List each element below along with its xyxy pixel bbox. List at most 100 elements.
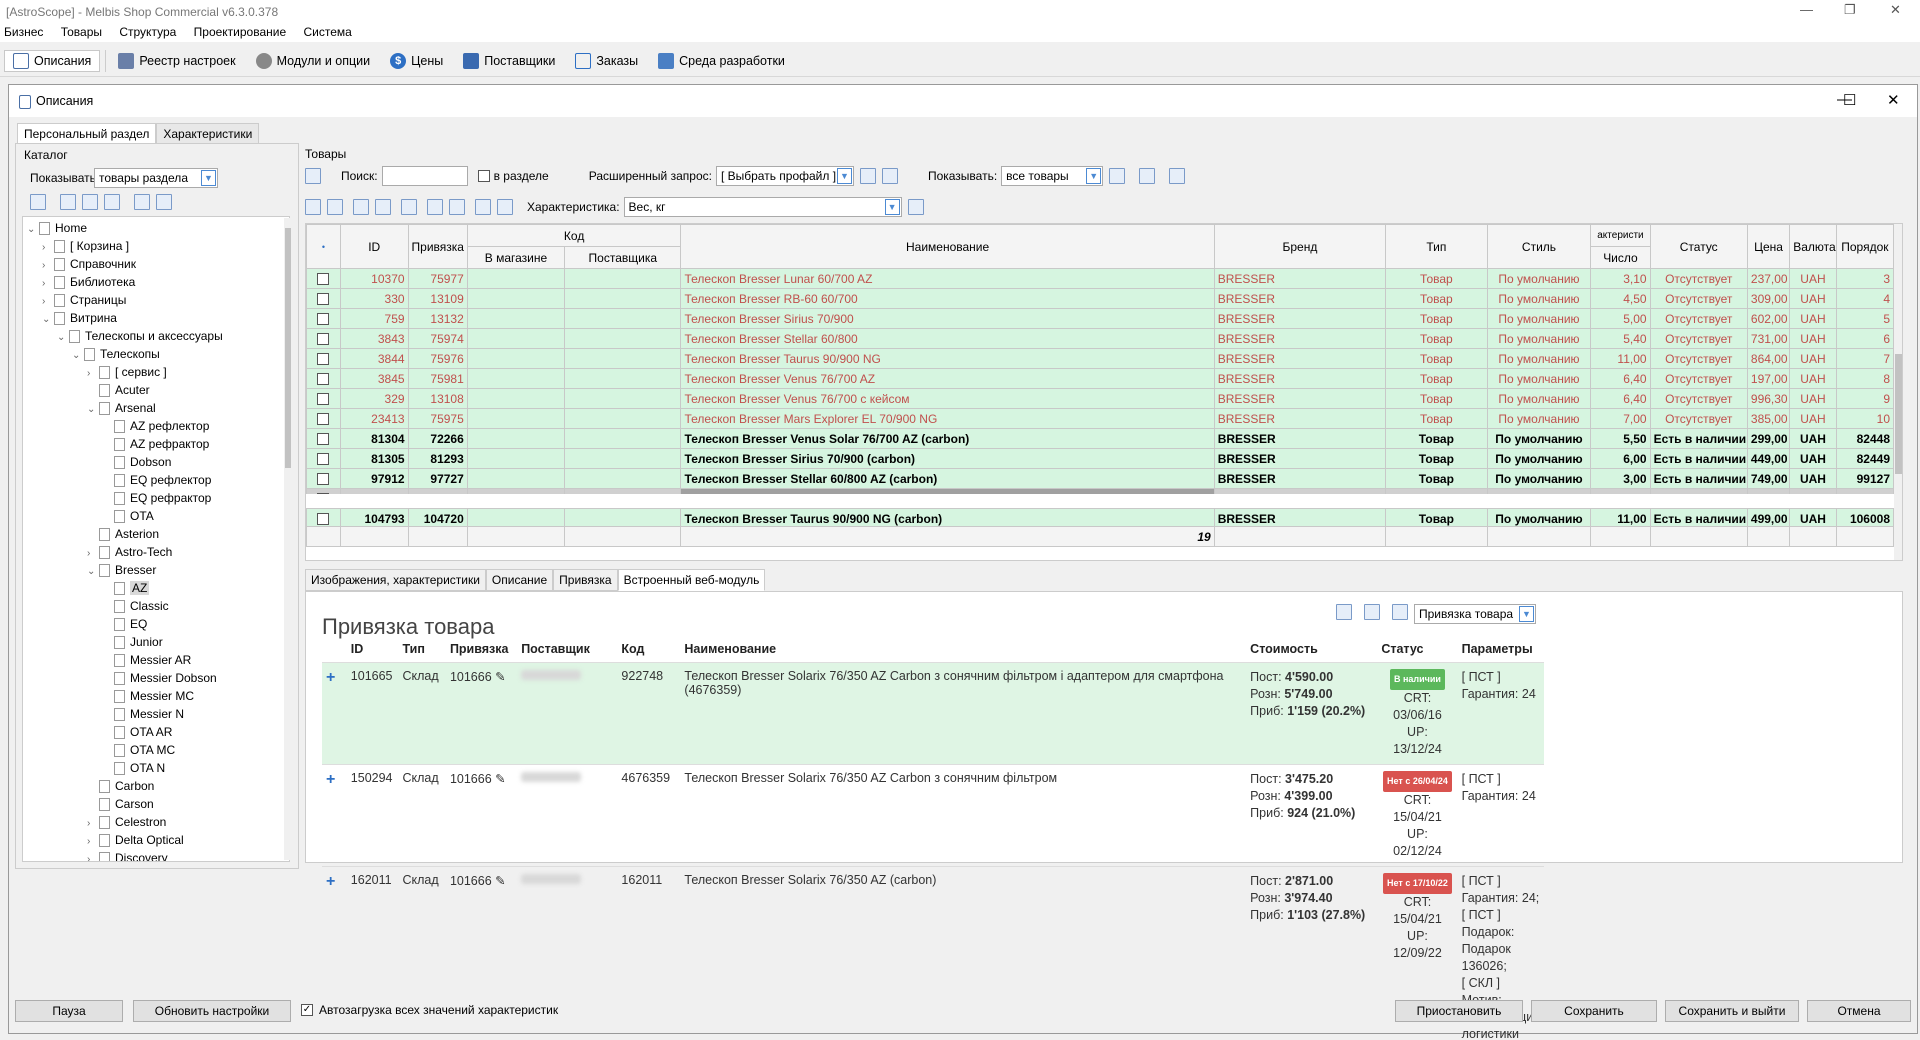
select-all-header[interactable]: • [306, 224, 341, 269]
pencil-icon[interactable]: ✎ [495, 772, 505, 786]
toolbar-modules[interactable]: Модули и опции [247, 50, 380, 72]
close-button[interactable]: ✕ [1890, 2, 1901, 18]
col-id[interactable]: ID [339, 224, 409, 269]
edit-multi-icon[interactable] [375, 199, 391, 215]
tree-node[interactable]: Acuter [87, 381, 150, 399]
tree-node[interactable]: ›[ Корзина ] [42, 237, 129, 255]
link-icon[interactable] [427, 199, 443, 215]
menu-products[interactable]: Товары [61, 25, 102, 39]
tree-edit-icon[interactable] [82, 194, 98, 210]
window-close[interactable]: ✕ [1887, 91, 1900, 109]
toolbar-suppliers[interactable]: Поставщики [454, 50, 564, 72]
toolbar-settings-registry[interactable]: Реестр настроек [109, 50, 244, 72]
tree-node[interactable]: Messier AR [102, 651, 191, 669]
tab-characteristics[interactable]: Характеристики [156, 123, 260, 144]
product-row[interactable]: 329 13108 Телескоп Bresser Venus 76/700 с … [306, 388, 1895, 409]
col-currency[interactable]: Валюта [1789, 224, 1837, 269]
profile-edit-icon[interactable] [859, 168, 876, 184]
tree-add-icon[interactable] [30, 194, 46, 210]
collapse-icon[interactable]: ⌄ [57, 329, 69, 347]
row-checkbox[interactable] [317, 373, 330, 386]
tree-node[interactable]: OTA MC [102, 741, 175, 759]
web-module-select[interactable]: Привязка товара ▼ [1414, 604, 1536, 624]
add-copy-icon[interactable] [327, 199, 343, 215]
product-row[interactable]: 3843 75974 Телескоп Bresser Stellar 60/800… [306, 328, 1895, 349]
tree-node[interactable]: AZ рефрактор [102, 435, 209, 453]
row-checkbox[interactable] [317, 513, 330, 526]
product-row[interactable]: 81304 72266 Телескоп Bresser Venus Solar 7… [306, 428, 1895, 449]
pencil-icon[interactable]: ✎ [495, 874, 505, 888]
tree-node[interactable]: Messier Dobson [102, 669, 217, 687]
back-icon[interactable] [1336, 604, 1352, 620]
tree-node[interactable]: ⌄ Arsenal [87, 399, 156, 417]
product-row[interactable]: 97912 97727 Телескоп Bresser Stellar 60/80… [306, 468, 1895, 489]
expand-plus-icon[interactable]: + [322, 765, 347, 867]
row-checkbox[interactable] [317, 353, 330, 366]
col-brand[interactable]: Бренд [1213, 224, 1387, 269]
export-icon[interactable] [475, 199, 491, 215]
move-icon[interactable] [401, 199, 417, 215]
tree-node[interactable]: › Celestron [87, 813, 166, 831]
menu-design[interactable]: Проектирование [194, 25, 287, 39]
tree-node[interactable]: Carson [87, 795, 154, 813]
minimize-button[interactable]: — [1800, 2, 1813, 17]
tree-node[interactable]: AZ рефлектор [102, 417, 209, 435]
tree-node[interactable]: Messier MC [102, 687, 194, 705]
tree-node[interactable]: ⌄ Home [27, 219, 87, 237]
row-checkbox[interactable] [317, 453, 330, 466]
tree-node[interactable]: EQ [102, 615, 147, 633]
expand-icon[interactable]: › [87, 851, 99, 861]
tree-node[interactable]: Classic [102, 597, 169, 615]
col-bind[interactable]: Привязка [407, 224, 468, 269]
menu-structure[interactable]: Структура [119, 25, 176, 39]
in-section-checkbox[interactable] [477, 170, 490, 182]
products-show-select[interactable]: все товары ▼ [1001, 166, 1104, 186]
col-order[interactable]: Порядок [1835, 224, 1895, 269]
tab-description[interactable]: Описание [485, 569, 554, 591]
tree-delete-icon[interactable] [104, 194, 120, 210]
suspend-button[interactable]: Приостановить [1395, 1000, 1523, 1022]
product-row[interactable]: 330 13109 Телескоп Bresser RB-60 60/700 BRE… [306, 288, 1895, 309]
binding-row[interactable]: +101665 Склад 101666 ✎ 922748 Телескоп Bress… [322, 662, 1544, 765]
toolbar-orders[interactable]: Заказы [566, 50, 647, 72]
calculator-icon[interactable] [1169, 168, 1186, 184]
col-type[interactable]: Тип [1385, 224, 1488, 269]
tab-personal[interactable]: Персональный раздел [17, 123, 157, 144]
col-in-shop[interactable]: В магазине [466, 246, 566, 269]
row-checkbox[interactable] [317, 293, 330, 306]
tree-node[interactable]: › Astro-Tech [87, 543, 172, 561]
collapse-icon[interactable]: ⌄ [42, 311, 54, 329]
add-icon[interactable] [305, 199, 321, 215]
col-price[interactable]: Цена [1746, 224, 1791, 269]
tree-node[interactable]: ⌄ Телескопы и аксессуары [57, 327, 223, 345]
tree-node[interactable]: EQ рефлектор [102, 471, 211, 489]
edit-icon[interactable] [353, 199, 369, 215]
new-product-icon[interactable] [305, 168, 321, 184]
tree-node[interactable]: Asterion [87, 525, 159, 543]
row-checkbox[interactable] [317, 473, 330, 486]
refresh-settings-button[interactable]: Обновить настройки [133, 1000, 291, 1022]
tree-node[interactable]: OTA [102, 507, 154, 525]
ext-query-select[interactable]: [ Выбрать профайл ] ▼ [715, 166, 854, 186]
toolbar-prices[interactable]: $ Цены [381, 50, 452, 72]
row-checkbox[interactable] [317, 393, 330, 406]
pause-button[interactable]: Пауза [15, 1000, 123, 1022]
product-row[interactable]: 3845 75981 Телескоп Bresser Venus 76/700 A… [306, 368, 1895, 389]
row-checkbox[interactable] [317, 433, 330, 446]
save-button[interactable]: Сохранить [1531, 1000, 1657, 1022]
cancel-button[interactable]: Отмена [1807, 1000, 1911, 1022]
tab-binding[interactable]: Привязка [553, 569, 618, 591]
row-checkbox[interactable] [317, 313, 330, 326]
restore-button[interactable]: ❐ [1844, 2, 1856, 18]
tab-images[interactable]: Изображения, характеристики [305, 569, 486, 591]
product-row[interactable]: 23413 75975 Телескоп Bresser Mars Explorer… [306, 408, 1895, 429]
settings-doc-icon[interactable] [1392, 604, 1408, 620]
characteristic-list-icon[interactable] [907, 199, 924, 215]
characteristic-select[interactable]: Вес, кг ▼ [623, 197, 902, 217]
toolbar-descriptions[interactable]: Описания [4, 50, 101, 72]
menu-system[interactable]: Система [303, 25, 351, 39]
col-name[interactable]: Наименование [680, 224, 1215, 269]
tree-node[interactable]: Junior [102, 633, 163, 651]
col-number[interactable]: Число [1590, 246, 1651, 269]
profile-run-icon[interactable] [881, 168, 898, 184]
